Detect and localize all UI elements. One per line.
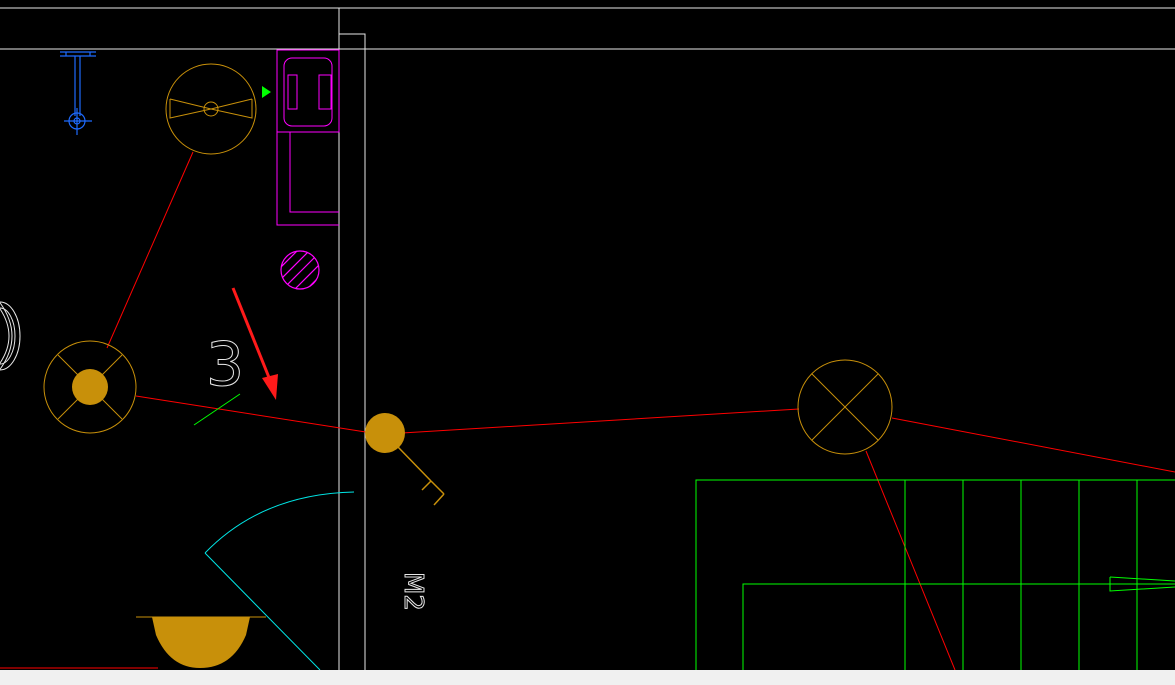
- cross-light-icon: [797, 359, 893, 455]
- water-heater-icon: [276, 49, 340, 226]
- wall-lines: [0, 7, 1175, 670]
- partial-fixture-outline: [0, 301, 21, 371]
- switch-count-label: 3: [206, 330, 244, 400]
- wall-light-icon: [136, 616, 266, 668]
- cad-drawing[interactable]: 3 M2: [0, 0, 1175, 670]
- wiring: [0, 151, 1175, 670]
- exhaust-fan-icon: [165, 63, 257, 155]
- floor-drain-icon: [280, 250, 320, 290]
- cad-viewport[interactable]: 3 M2: [0, 0, 1175, 685]
- shower-icon: [60, 51, 96, 135]
- play-marker-icon: [262, 86, 271, 98]
- stair-outline: [695, 479, 1175, 670]
- door-tag-label: M2: [398, 572, 428, 611]
- status-strip: [0, 670, 1175, 685]
- ceiling-light-icon: [43, 340, 137, 434]
- switch-icon: [365, 413, 445, 506]
